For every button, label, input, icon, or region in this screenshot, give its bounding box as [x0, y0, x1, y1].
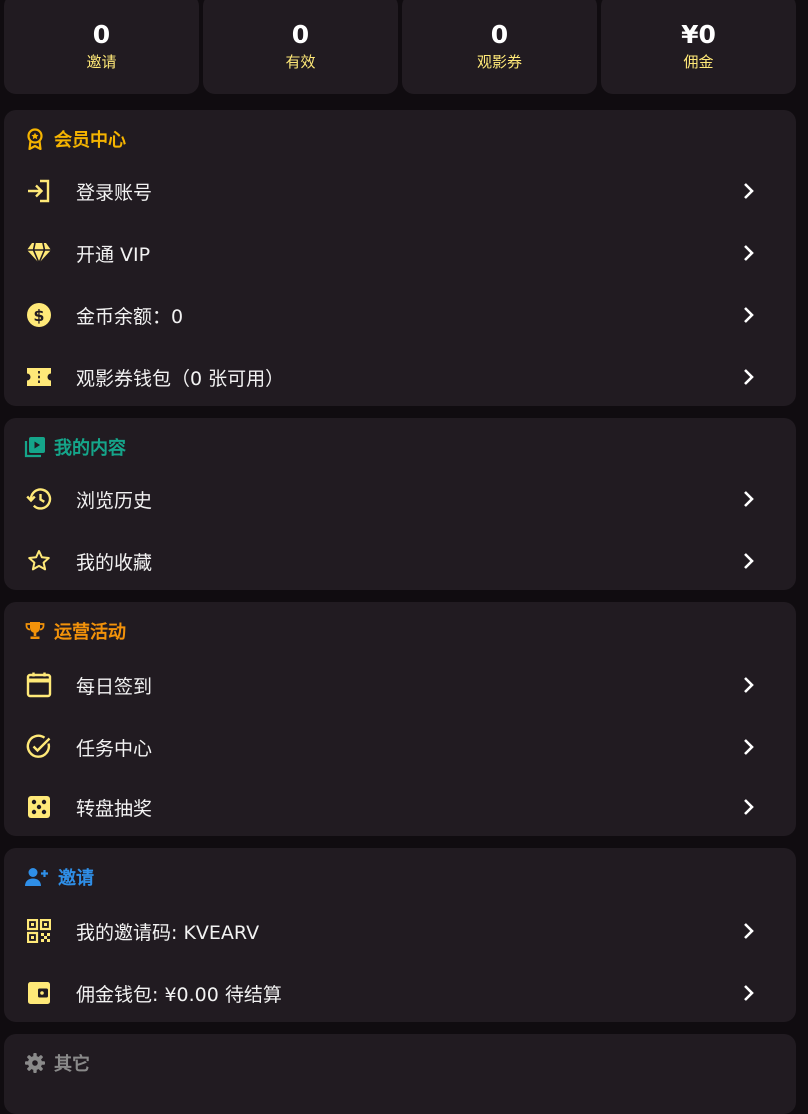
qr-code-icon: [26, 918, 52, 944]
stat-value: 0: [92, 20, 111, 49]
star-icon: [26, 548, 52, 574]
invite-card: 邀请 我的邀请码: KVEARV 佣金钱包: ¥0.00 待结算: [4, 848, 796, 1022]
member-center-header: 会员中心: [24, 124, 126, 154]
stat-label: 佣金: [683, 53, 714, 71]
commission-wallet-row[interactable]: 佣金钱包: ¥0.00 待结算: [4, 964, 796, 1022]
card-title: 运营活动: [54, 622, 126, 643]
row-label: 转盘抽奖: [76, 797, 153, 820]
trophy-icon: [24, 620, 46, 642]
stat-value: 0: [291, 20, 310, 49]
chevron-right-icon: [740, 306, 758, 324]
card-title: 其它: [54, 1054, 90, 1075]
stat-label: 有效: [285, 53, 316, 71]
stat-valid[interactable]: 0 有效: [203, 0, 398, 94]
chevron-right-icon: [740, 984, 758, 1002]
coin-balance-row[interactable]: $ 金币余额：0: [4, 286, 796, 344]
stats-bar: 0 邀请 0 有效 0 观影券 ¥0 佣金: [4, 0, 796, 94]
card-title: 会员中心: [54, 130, 126, 151]
invite-code-row[interactable]: 我的邀请码: KVEARV: [4, 902, 796, 960]
my-content-header: 我的内容: [24, 432, 126, 462]
wallet-icon: [26, 980, 52, 1006]
lucky-wheel-row[interactable]: 转盘抽奖: [4, 778, 796, 836]
other-header: 其它: [24, 1048, 90, 1078]
chevron-right-icon: [740, 922, 758, 940]
chevron-right-icon: [740, 676, 758, 694]
svg-text:$: $: [33, 306, 44, 325]
chevron-right-icon: [740, 798, 758, 816]
stat-label: 邀请: [86, 53, 117, 71]
my-content-card: 我的内容 浏览历史 我的收藏: [4, 418, 796, 590]
stat-invites[interactable]: 0 邀请: [4, 0, 199, 94]
activities-header: 运营活动: [24, 616, 126, 646]
stat-value: 0: [490, 20, 509, 49]
video-library-icon: [24, 436, 46, 458]
add-user-icon: [24, 866, 50, 888]
other-card: 其它: [4, 1034, 796, 1114]
stat-tickets[interactable]: 0 观影券: [402, 0, 597, 94]
row-label: 浏览历史: [76, 489, 153, 512]
chevron-right-icon: [740, 182, 758, 200]
favorites-row[interactable]: 我的收藏: [4, 532, 796, 590]
chevron-right-icon: [740, 490, 758, 508]
chevron-right-icon: [740, 738, 758, 756]
stat-label: 观影券: [476, 53, 522, 71]
row-label: 每日签到: [76, 675, 153, 698]
dice-icon: [26, 794, 52, 820]
history-row[interactable]: 浏览历史: [4, 470, 796, 528]
ticket-wallet-row[interactable]: 观影券钱包（0 张可用）: [4, 348, 796, 406]
row-label: 我的邀请码: KVEARV: [76, 921, 260, 944]
card-title: 我的内容: [54, 438, 126, 459]
row-label: 登录账号: [76, 181, 153, 204]
diamond-icon: [26, 240, 52, 266]
stat-commission[interactable]: ¥0 佣金: [601, 0, 796, 94]
open-vip-row[interactable]: 开通 VIP: [4, 224, 796, 282]
row-label: 我的收藏: [76, 551, 153, 574]
chevron-right-icon: [740, 368, 758, 386]
task-center-row[interactable]: 任务中心: [4, 718, 796, 776]
invite-header: 邀请: [24, 862, 94, 892]
row-label: 金币余额：0: [76, 305, 184, 328]
calendar-icon: [26, 672, 52, 698]
row-label: 观影券钱包（0 张可用）: [76, 367, 285, 390]
activities-card: 运营活动 每日签到 任务中心 转盘抽奖: [4, 602, 796, 836]
row-label: 佣金钱包: ¥0.00 待结算: [76, 983, 282, 1006]
daily-checkin-row[interactable]: 每日签到: [4, 656, 796, 714]
history-icon: [26, 486, 52, 512]
chevron-right-icon: [740, 552, 758, 570]
check-circle-icon: [26, 734, 52, 760]
gear-icon: [24, 1052, 46, 1074]
ticket-icon: [26, 364, 52, 390]
award-badge-icon: [24, 128, 46, 150]
row-label: 任务中心: [76, 737, 153, 760]
row-label: 开通 VIP: [76, 243, 151, 266]
member-center-card: 会员中心 登录账号 开通 VIP $ 金币余额：0 观影券钱包（0 张可用）: [4, 110, 796, 406]
chevron-right-icon: [740, 244, 758, 262]
login-row[interactable]: 登录账号: [4, 162, 796, 220]
coin-icon: $: [26, 302, 52, 328]
login-icon: [26, 178, 52, 204]
stat-value: ¥0: [681, 20, 716, 49]
card-title: 邀请: [58, 868, 94, 889]
